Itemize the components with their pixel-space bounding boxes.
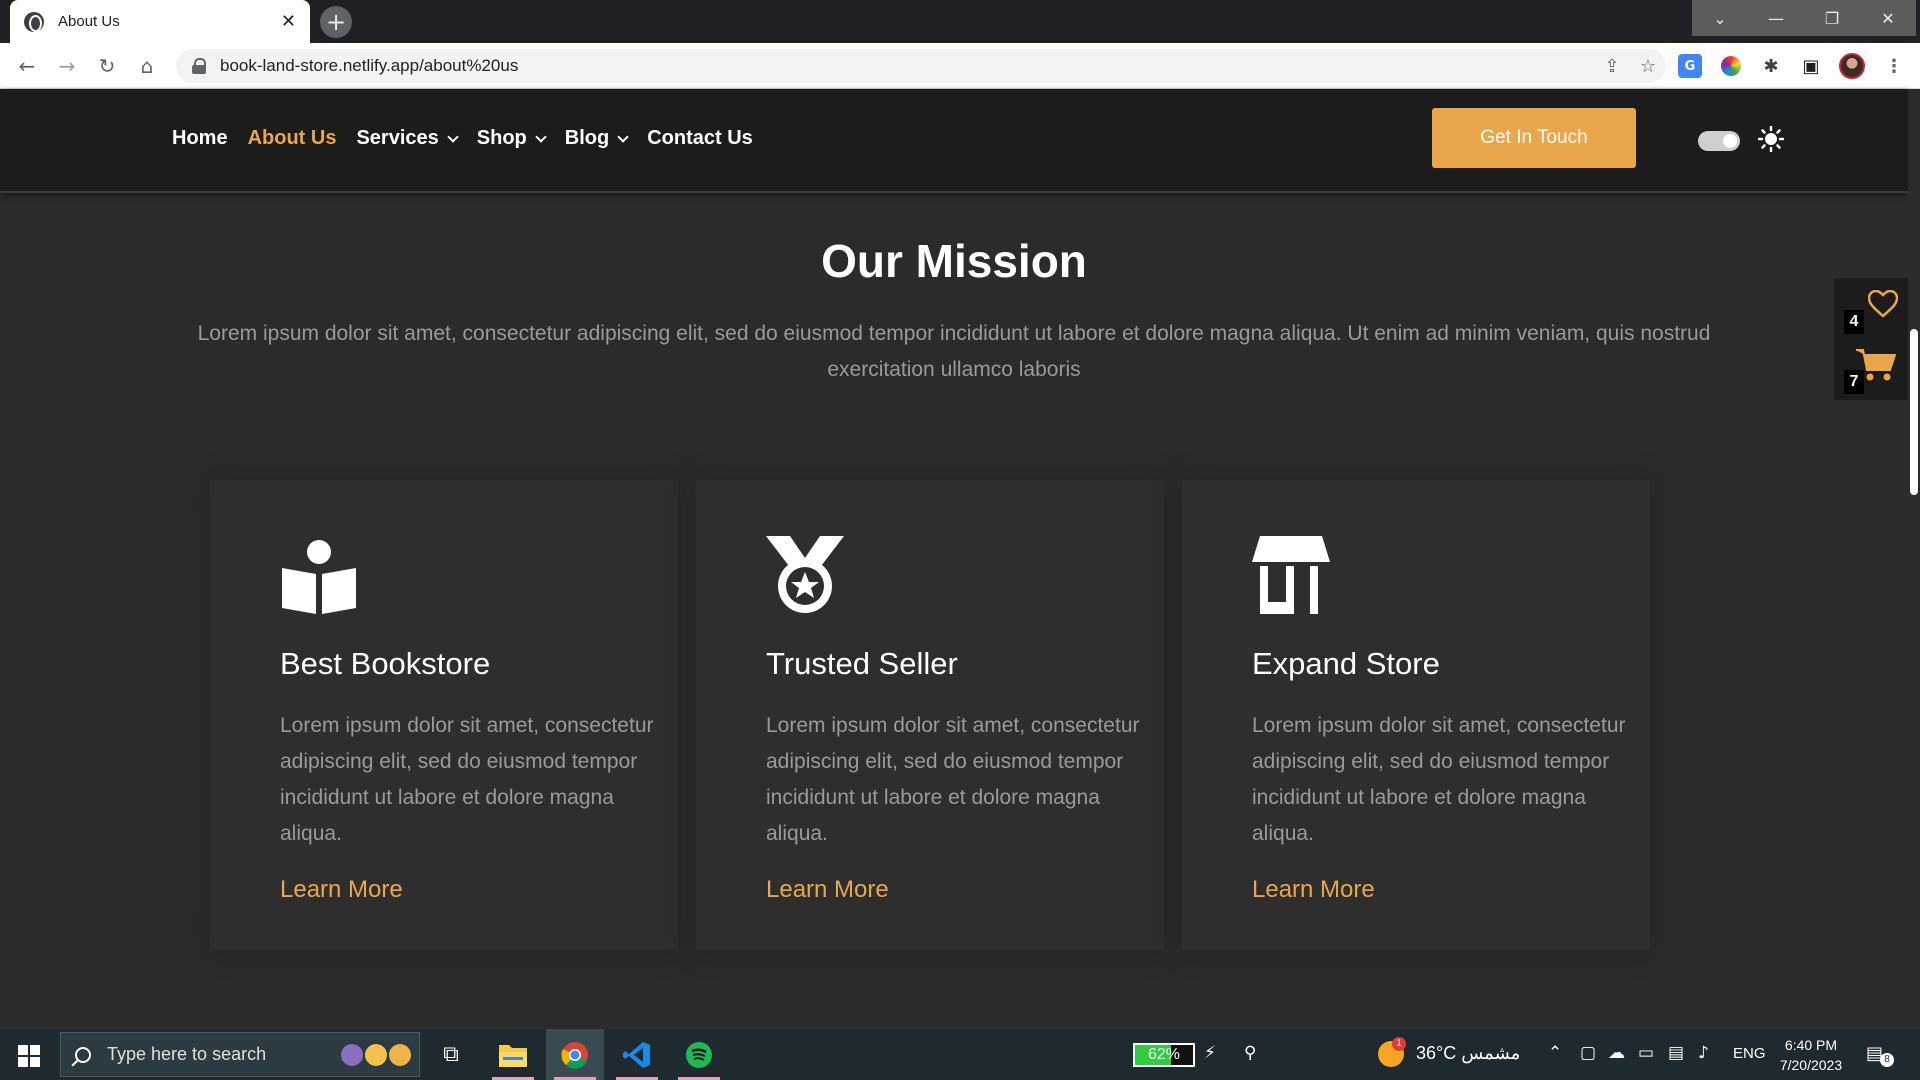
browser-tab[interactable]: About Us ✕ xyxy=(10,0,310,43)
nav-shop[interactable]: Shop xyxy=(477,127,547,150)
forward-icon[interactable]: → xyxy=(52,51,82,81)
feature-card: Expand Store Lorem ipsum dolor sit amet,… xyxy=(1182,480,1650,950)
new-tab-button[interactable]: + xyxy=(320,6,352,38)
card-text: Lorem ipsum dolor sit amet, consectetur … xyxy=(280,714,654,845)
weather-text[interactable]: 36°C مشمس xyxy=(1416,1043,1520,1064)
chevron-down-icon xyxy=(617,130,629,143)
profile-avatar[interactable] xyxy=(1838,52,1866,80)
store-icon xyxy=(1252,536,1330,614)
share-icon[interactable]: ⇪ xyxy=(1594,56,1630,77)
card-text: Lorem ipsum dolor sit amet, consectetur … xyxy=(1252,714,1626,845)
file-explorer-icon[interactable] xyxy=(484,1029,542,1080)
people-icon[interactable]: ⚲ xyxy=(1244,1043,1256,1063)
learn-more-link[interactable]: Learn More xyxy=(766,876,889,904)
url-text[interactable]: book-land-store.netlify.app/about%20us xyxy=(220,56,1594,76)
search-icon xyxy=(75,1046,91,1063)
onedrive-icon[interactable]: ☁ xyxy=(1608,1043,1625,1063)
windows-start-icon[interactable] xyxy=(18,1045,40,1067)
battery-icon[interactable]: ▭ xyxy=(1638,1043,1654,1063)
nav-about-us[interactable]: About Us xyxy=(248,127,337,150)
meet-icon[interactable]: ▢ xyxy=(1580,1043,1596,1063)
lock-icon[interactable] xyxy=(192,58,206,74)
bookmark-star-icon[interactable]: ☆ xyxy=(1630,56,1666,77)
windows-taskbar: Type here to search ⧉ 62% ⚡ ⚲ 1 36°C مشم… xyxy=(0,1029,1920,1080)
cart-count-badge: 7 xyxy=(1844,370,1864,394)
scrollbar-thumb[interactable] xyxy=(1910,329,1918,495)
nav-services[interactable]: Services xyxy=(356,127,459,150)
home-icon[interactable]: ⌂ xyxy=(132,51,162,81)
battery-indicator[interactable]: 62% xyxy=(1133,1043,1195,1067)
network-icon[interactable]: ▤ xyxy=(1668,1043,1684,1063)
charging-icon: ⚡ xyxy=(1204,1043,1216,1063)
get-in-touch-button[interactable]: Get In Touch xyxy=(1432,108,1636,168)
clock-time: 6:40 PM xyxy=(1784,1037,1838,1053)
volume-icon[interactable]: ♪ xyxy=(1698,1043,1709,1063)
tab-search-button[interactable]: ⌄ xyxy=(1692,0,1748,36)
feature-card: Best Bookstore Lorem ipsum dolor sit ame… xyxy=(210,480,678,950)
taskbar-search-box[interactable]: Type here to search xyxy=(60,1032,420,1077)
side-panel-icon[interactable]: ▣ xyxy=(1797,52,1825,80)
language-indicator[interactable]: ENG xyxy=(1733,1045,1766,1062)
spotify-icon[interactable] xyxy=(670,1029,728,1080)
browser-toolbar: ← → ↻ ⌂ book-land-store.netlify.app/abou… xyxy=(0,43,1920,89)
restore-button[interactable]: ❐ xyxy=(1804,0,1860,36)
wishlist-heart-icon[interactable] xyxy=(1868,290,1898,318)
chevron-down-icon xyxy=(535,130,547,143)
reload-icon[interactable]: ↻ xyxy=(92,51,122,81)
notification-count: 8 xyxy=(1880,1053,1894,1067)
search-highlight-icon xyxy=(341,1043,411,1066)
battery-percent: 62% xyxy=(1147,1046,1181,1063)
main-nav: Home About Us Services Shop Blog Contact… xyxy=(172,127,773,150)
card-title: Expand Store xyxy=(1252,646,1440,681)
minimize-button[interactable]: — xyxy=(1748,0,1804,36)
nav-contact-us[interactable]: Contact Us xyxy=(647,127,753,150)
wishlist-count-badge: 4 xyxy=(1844,310,1864,334)
learn-more-link[interactable]: Learn More xyxy=(1252,876,1375,904)
address-bar[interactable]: book-land-store.netlify.app/about%20us ⇪… xyxy=(176,49,1666,83)
vscode-icon[interactable] xyxy=(608,1029,666,1080)
notification-icon[interactable]: ▤ 8 xyxy=(1866,1043,1894,1067)
sun-icon[interactable] xyxy=(1758,126,1784,152)
section-description: Lorem ipsum dolor sit amet, consectetur … xyxy=(197,322,1711,381)
extensions-puzzle-icon[interactable]: ✱ xyxy=(1757,52,1785,80)
search-placeholder: Type here to search xyxy=(107,1044,267,1064)
browser-tab-strip: About Us ✕ + ⌄ — ❐ ✕ xyxy=(0,0,1920,43)
page-scrollbar[interactable] xyxy=(1908,89,1920,1029)
color-picker-extension-icon[interactable] xyxy=(1717,52,1745,80)
chevron-up-icon[interactable]: ⌃ xyxy=(1548,1043,1562,1063)
globe-icon xyxy=(24,11,44,32)
nav-blog[interactable]: Blog xyxy=(565,127,629,150)
tab-close-icon[interactable]: ✕ xyxy=(281,11,296,32)
close-window-button[interactable]: ✕ xyxy=(1860,0,1916,36)
clock-date: 7/20/2023 xyxy=(1779,1057,1843,1073)
feature-card: Trusted Seller Lorem ipsum dolor sit ame… xyxy=(696,480,1164,950)
medal-icon xyxy=(766,536,844,613)
card-text: Lorem ipsum dolor sit amet, consectetur … xyxy=(766,714,1140,845)
theme-toggle[interactable] xyxy=(1698,131,1740,151)
section-title: Our Mission xyxy=(821,235,1087,287)
card-title: Best Bookstore xyxy=(280,646,491,681)
back-icon[interactable]: ← xyxy=(12,51,42,81)
tab-title: About Us xyxy=(58,13,120,30)
weather-alert-badge: 1 xyxy=(1392,1037,1406,1051)
browser-menu-icon[interactable]: ⋮ xyxy=(1880,52,1908,80)
chrome-icon[interactable] xyxy=(546,1029,604,1080)
floating-cart-widget: 4 7 xyxy=(1834,278,1908,400)
task-view-icon[interactable]: ⧉ xyxy=(422,1029,480,1080)
translate-extension-icon[interactable]: G xyxy=(1678,54,1702,78)
chevron-down-icon xyxy=(447,130,459,143)
card-title: Trusted Seller xyxy=(766,646,958,681)
system-clock[interactable]: 6:40 PM 7/20/2023 xyxy=(1776,1035,1846,1075)
site-header: Home About Us Services Shop Blog Contact… xyxy=(0,89,1908,193)
learn-more-link[interactable]: Learn More xyxy=(280,876,403,904)
nav-home[interactable]: Home xyxy=(172,127,228,150)
book-reader-icon xyxy=(282,540,356,614)
